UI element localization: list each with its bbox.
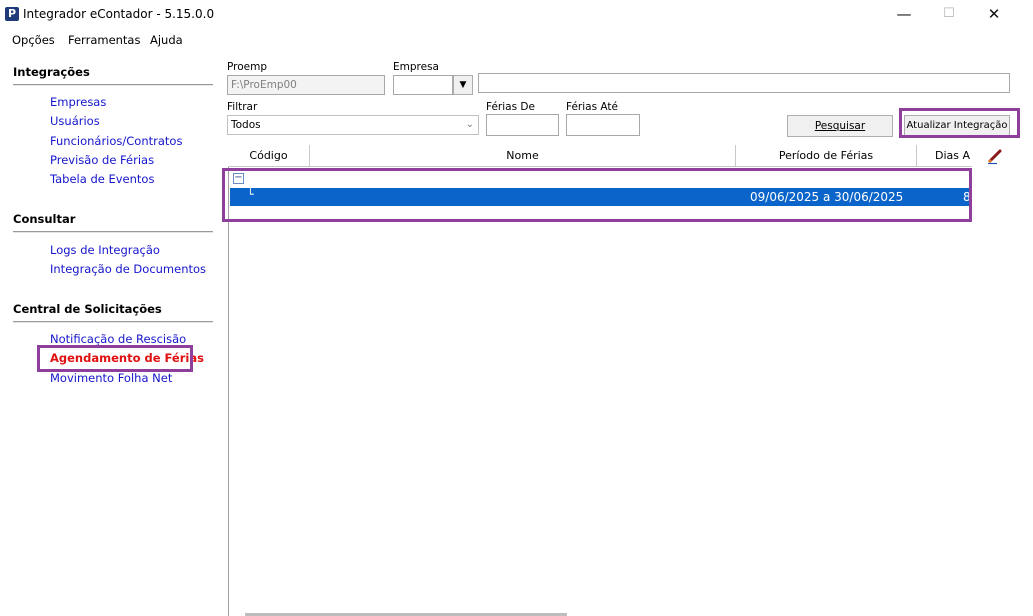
highlight-grid-row	[222, 168, 972, 222]
sidebar-item-movimento-folha-net[interactable]: Movimento Folha Net	[50, 371, 172, 385]
close-button[interactable]: ✕	[972, 2, 1016, 26]
empresa-name-field[interactable]	[478, 73, 1010, 93]
filtrar-label: Filtrar	[227, 101, 258, 113]
empresa-code-field[interactable]	[393, 75, 453, 95]
column-header-nome[interactable]: Nome	[310, 145, 736, 166]
section-divider	[13, 84, 213, 86]
sidebar-item-usuarios[interactable]: Usuários	[50, 114, 100, 128]
minimize-icon: —	[896, 5, 912, 23]
ferias-ate-label: Férias Até	[566, 101, 618, 113]
sidebar-item-notificacao-rescisao[interactable]: Notificação de Rescisão	[50, 332, 186, 346]
section-title-central-solicitacoes: Central de Solicitações	[13, 302, 162, 316]
sidebar-item-previsao-ferias[interactable]: Previsão de Férias	[50, 153, 154, 167]
menu-opcoes[interactable]: Opções	[12, 33, 55, 47]
menu-ferramentas[interactable]: Ferramentas	[68, 33, 140, 47]
minimize-button[interactable]: —	[882, 2, 926, 26]
section-title-consultar: Consultar	[13, 212, 76, 226]
maximize-button[interactable]: ☐	[927, 2, 971, 26]
chevron-down-icon: ▼	[459, 80, 467, 90]
section-title-integracoes: Integrações	[13, 65, 90, 79]
ferias-ate-field[interactable]	[566, 114, 640, 136]
menu-ajuda[interactable]: Ajuda	[150, 33, 183, 47]
filtrar-value: Todos	[231, 119, 261, 131]
pesquisar-button[interactable]: Pesquisar	[787, 115, 893, 137]
ferias-de-field[interactable]	[486, 114, 559, 136]
column-header-periodo[interactable]: Período de Férias	[736, 145, 917, 166]
maximize-icon: ☐	[943, 6, 955, 21]
section-divider	[13, 231, 213, 233]
column-header-codigo[interactable]: Código	[228, 145, 310, 166]
empresa-dropdown-button[interactable]: ▼	[453, 75, 473, 95]
window-title: Integrador eContador - 5.15.0.0	[23, 7, 215, 21]
proemp-field[interactable]: F:\ProEmp00	[227, 75, 385, 95]
section-divider	[13, 321, 213, 323]
sidebar-item-tabela-eventos[interactable]: Tabela de Eventos	[50, 172, 154, 186]
chevron-down-icon: ⌄	[465, 119, 474, 130]
highlight-atualizar-integracao	[899, 108, 1020, 138]
close-icon: ✕	[987, 5, 1001, 23]
column-header-dias[interactable]: Dias A	[917, 145, 972, 166]
sidebar-item-logs-integracao[interactable]: Logs de Integração	[50, 243, 160, 257]
sidebar-item-integracao-documentos[interactable]: Integração de Documentos	[50, 262, 206, 276]
sidebar-item-empresas[interactable]: Empresas	[50, 95, 106, 109]
pencil-icon[interactable]	[986, 147, 1004, 165]
highlight-agendamento-ferias	[37, 345, 193, 372]
proemp-label: Proemp	[227, 61, 268, 73]
filtrar-select[interactable]: Todos ⌄	[227, 115, 479, 135]
app-logo-icon: P	[5, 7, 19, 21]
ferias-de-label: Férias De	[486, 101, 535, 113]
empresa-label: Empresa	[393, 61, 439, 73]
sidebar-item-funcionarios[interactable]: Funcionários/Contratos	[50, 134, 182, 148]
